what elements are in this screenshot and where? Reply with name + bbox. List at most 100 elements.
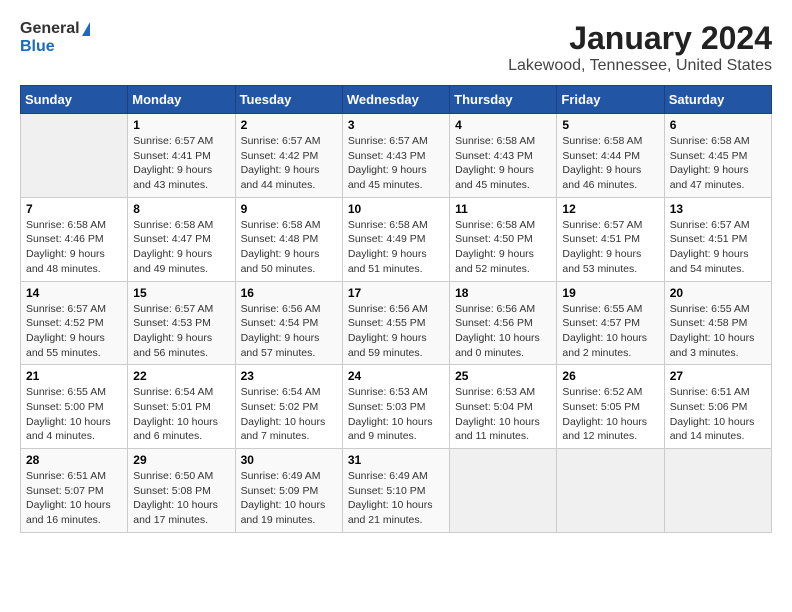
calendar-cell: 10 Sunrise: 6:58 AM Sunset: 4:49 PM Dayli… xyxy=(342,197,449,281)
calendar-cell: 30 Sunrise: 6:49 AM Sunset: 5:09 PM Dayli… xyxy=(235,449,342,533)
day-number: 17 xyxy=(348,286,444,300)
logo-blue-text: Blue xyxy=(20,38,90,56)
week-row-1: 7 Sunrise: 6:58 AM Sunset: 4:46 PM Daylig… xyxy=(21,197,772,281)
calendar-cell: 25Sunrise: 6:53 AM Sunset: 5:04 PM Dayli… xyxy=(450,365,557,449)
day-info: Sunrise: 6:57 AM Sunset: 4:41 PM Dayligh… xyxy=(133,134,229,193)
day-number: 25 xyxy=(455,369,551,383)
day-info: Sunrise: 6:56 AM Sunset: 4:56 PM Dayligh… xyxy=(455,302,551,361)
calendar-cell: 27 Sunrise: 6:51 AM Sunset: 5:06 PM Dayli… xyxy=(664,365,771,449)
day-number: 18 xyxy=(455,286,551,300)
week-row-4: 28 Sunrise: 6:51 AM Sunset: 5:07 PM Dayli… xyxy=(21,449,772,533)
day-info: Sunrise: 6:53 AM Sunset: 5:03 PM Dayligh… xyxy=(348,385,444,444)
header-thursday: Thursday xyxy=(450,86,557,114)
day-info: Sunrise: 6:55 AM Sunset: 4:57 PM Dayligh… xyxy=(562,302,658,361)
day-number: 11 xyxy=(455,202,551,216)
day-info: Sunrise: 6:58 AM Sunset: 4:50 PM Dayligh… xyxy=(455,218,551,277)
calendar-cell: 11 Sunrise: 6:58 AM Sunset: 4:50 PM Dayli… xyxy=(450,197,557,281)
day-info: Sunrise: 6:51 AM Sunset: 5:07 PM Dayligh… xyxy=(26,469,122,528)
calendar-table: SundayMondayTuesdayWednesdayThursdayFrid… xyxy=(20,85,772,533)
day-number: 30 xyxy=(241,453,337,467)
calendar-cell xyxy=(664,449,771,533)
day-info: Sunrise: 6:57 AM Sunset: 4:42 PM Dayligh… xyxy=(241,134,337,193)
day-info: Sunrise: 6:55 AM Sunset: 4:58 PM Dayligh… xyxy=(670,302,766,361)
title-section: January 2024 Lakewood, Tennessee, United… xyxy=(508,20,772,75)
calendar-cell: 31Sunrise: 6:49 AM Sunset: 5:10 PM Dayli… xyxy=(342,449,449,533)
day-info: Sunrise: 6:58 AM Sunset: 4:49 PM Dayligh… xyxy=(348,218,444,277)
day-number: 19 xyxy=(562,286,658,300)
day-info: Sunrise: 6:55 AM Sunset: 5:00 PM Dayligh… xyxy=(26,385,122,444)
calendar-cell: 12Sunrise: 6:57 AM Sunset: 4:51 PM Dayli… xyxy=(557,197,664,281)
day-number: 20 xyxy=(670,286,766,300)
header-tuesday: Tuesday xyxy=(235,86,342,114)
day-info: Sunrise: 6:58 AM Sunset: 4:43 PM Dayligh… xyxy=(455,134,551,193)
calendar-cell: 1Sunrise: 6:57 AM Sunset: 4:41 PM Daylig… xyxy=(128,114,235,198)
calendar-cell: 20 Sunrise: 6:55 AM Sunset: 4:58 PM Dayli… xyxy=(664,281,771,365)
calendar-cell: 23Sunrise: 6:54 AM Sunset: 5:02 PM Dayli… xyxy=(235,365,342,449)
calendar-cell: 4 Sunrise: 6:58 AM Sunset: 4:43 PM Daylig… xyxy=(450,114,557,198)
day-number: 6 xyxy=(670,118,766,132)
calendar-cell xyxy=(557,449,664,533)
day-number: 14 xyxy=(26,286,122,300)
day-number: 28 xyxy=(26,453,122,467)
calendar-subtitle: Lakewood, Tennessee, United States xyxy=(508,57,772,75)
day-number: 15 xyxy=(133,286,229,300)
calendar-cell xyxy=(450,449,557,533)
day-info: Sunrise: 6:54 AM Sunset: 5:01 PM Dayligh… xyxy=(133,385,229,444)
day-info: Sunrise: 6:58 AM Sunset: 4:46 PM Dayligh… xyxy=(26,218,122,277)
day-info: Sunrise: 6:57 AM Sunset: 4:52 PM Dayligh… xyxy=(26,302,122,361)
calendar-cell: 26 Sunrise: 6:52 AM Sunset: 5:05 PM Dayli… xyxy=(557,365,664,449)
day-info: Sunrise: 6:56 AM Sunset: 4:55 PM Dayligh… xyxy=(348,302,444,361)
calendar-cell: 28 Sunrise: 6:51 AM Sunset: 5:07 PM Dayli… xyxy=(21,449,128,533)
week-row-0: 1Sunrise: 6:57 AM Sunset: 4:41 PM Daylig… xyxy=(21,114,772,198)
calendar-cell: 6 Sunrise: 6:58 AM Sunset: 4:45 PM Daylig… xyxy=(664,114,771,198)
day-number: 3 xyxy=(348,118,444,132)
calendar-title: January 2024 xyxy=(508,20,772,57)
calendar-cell: 9 Sunrise: 6:58 AM Sunset: 4:48 PM Daylig… xyxy=(235,197,342,281)
day-number: 27 xyxy=(670,369,766,383)
calendar-cell: 8Sunrise: 6:58 AM Sunset: 4:47 PM Daylig… xyxy=(128,197,235,281)
logo-triangle-icon xyxy=(82,22,90,36)
day-info: Sunrise: 6:49 AM Sunset: 5:09 PM Dayligh… xyxy=(241,469,337,528)
day-info: Sunrise: 6:57 AM Sunset: 4:43 PM Dayligh… xyxy=(348,134,444,193)
calendar-cell: 22 Sunrise: 6:54 AM Sunset: 5:01 PM Dayli… xyxy=(128,365,235,449)
week-row-2: 14 Sunrise: 6:57 AM Sunset: 4:52 PM Dayli… xyxy=(21,281,772,365)
day-info: Sunrise: 6:58 AM Sunset: 4:45 PM Dayligh… xyxy=(670,134,766,193)
day-number: 2 xyxy=(241,118,337,132)
header-sunday: Sunday xyxy=(21,86,128,114)
week-row-3: 21 Sunrise: 6:55 AM Sunset: 5:00 PM Dayli… xyxy=(21,365,772,449)
day-number: 26 xyxy=(562,369,658,383)
calendar-cell: 24Sunrise: 6:53 AM Sunset: 5:03 PM Dayli… xyxy=(342,365,449,449)
calendar-cell: 15 Sunrise: 6:57 AM Sunset: 4:53 PM Dayli… xyxy=(128,281,235,365)
calendar-cell: 3 Sunrise: 6:57 AM Sunset: 4:43 PM Daylig… xyxy=(342,114,449,198)
calendar-cell: 18 Sunrise: 6:56 AM Sunset: 4:56 PM Dayli… xyxy=(450,281,557,365)
day-number: 22 xyxy=(133,369,229,383)
day-info: Sunrise: 6:51 AM Sunset: 5:06 PM Dayligh… xyxy=(670,385,766,444)
header-friday: Friday xyxy=(557,86,664,114)
day-number: 9 xyxy=(241,202,337,216)
day-info: Sunrise: 6:49 AM Sunset: 5:10 PM Dayligh… xyxy=(348,469,444,528)
calendar-cell xyxy=(21,114,128,198)
day-info: Sunrise: 6:50 AM Sunset: 5:08 PM Dayligh… xyxy=(133,469,229,528)
day-info: Sunrise: 6:58 AM Sunset: 4:48 PM Dayligh… xyxy=(241,218,337,277)
logo-general-text: General xyxy=(20,20,80,38)
day-number: 4 xyxy=(455,118,551,132)
day-info: Sunrise: 6:57 AM Sunset: 4:53 PM Dayligh… xyxy=(133,302,229,361)
day-number: 16 xyxy=(241,286,337,300)
calendar-cell: 16Sunrise: 6:56 AM Sunset: 4:54 PM Dayli… xyxy=(235,281,342,365)
days-header-row: SundayMondayTuesdayWednesdayThursdayFrid… xyxy=(21,86,772,114)
calendar-cell: 2 Sunrise: 6:57 AM Sunset: 4:42 PM Daylig… xyxy=(235,114,342,198)
calendar-cell: 21 Sunrise: 6:55 AM Sunset: 5:00 PM Dayli… xyxy=(21,365,128,449)
day-info: Sunrise: 6:58 AM Sunset: 4:47 PM Dayligh… xyxy=(133,218,229,277)
calendar-cell: 29 Sunrise: 6:50 AM Sunset: 5:08 PM Dayli… xyxy=(128,449,235,533)
day-number: 21 xyxy=(26,369,122,383)
calendar-cell: 14 Sunrise: 6:57 AM Sunset: 4:52 PM Dayli… xyxy=(21,281,128,365)
day-number: 10 xyxy=(348,202,444,216)
day-number: 29 xyxy=(133,453,229,467)
day-number: 5 xyxy=(562,118,658,132)
day-number: 7 xyxy=(26,202,122,216)
day-info: Sunrise: 6:57 AM Sunset: 4:51 PM Dayligh… xyxy=(562,218,658,277)
day-info: Sunrise: 6:52 AM Sunset: 5:05 PM Dayligh… xyxy=(562,385,658,444)
page-header: General Blue January 2024 Lakewood, Tenn… xyxy=(20,20,772,75)
day-number: 23 xyxy=(241,369,337,383)
day-info: Sunrise: 6:58 AM Sunset: 4:44 PM Dayligh… xyxy=(562,134,658,193)
